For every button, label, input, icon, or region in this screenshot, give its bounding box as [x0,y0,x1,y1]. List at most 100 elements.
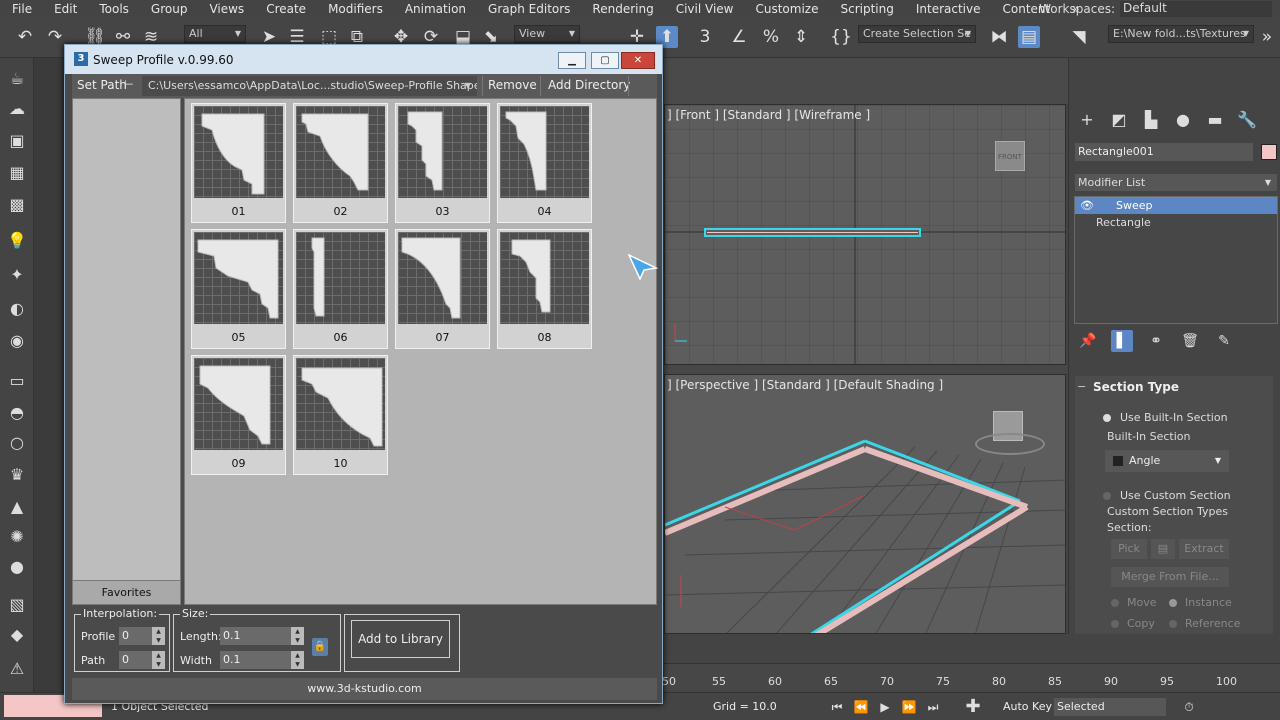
merge-from-file-button[interactable]: Merge From File... [1111,567,1229,587]
stack-item-rectangle[interactable]: Rectangle [1075,214,1277,231]
copy-radio[interactable] [1111,620,1119,628]
lock-aspect-icon[interactable]: 🔒 [312,638,328,656]
redo-icon[interactable]: ↷ [44,26,66,48]
render-setup-icon[interactable]: ◐ [6,298,28,320]
create-tab-icon[interactable]: + [1077,110,1097,130]
width-spinner[interactable]: 0.1 ▲ ▼ [220,651,304,669]
remove-button[interactable]: Remove [488,78,537,92]
toggle-ribbon-icon[interactable]: ◥ [1068,26,1090,48]
helper-icon[interactable]: ⚠ [6,658,28,680]
previous-frame-icon[interactable]: ⏪ [850,696,872,718]
move-radio[interactable] [1111,599,1119,607]
make-unique-icon[interactable]: ⚭ [1145,330,1167,352]
show-end-result-icon[interactable]: ▌ [1111,330,1133,352]
profile-thumb[interactable]: 10 [293,355,388,475]
spinner-arrows-icon[interactable]: ▲ ▼ [291,651,304,669]
minimize-button[interactable]: ▁ [558,52,586,69]
hemisphere-icon[interactable]: ◓ [6,402,28,424]
menu-interactive[interactable]: Interactive [905,2,992,16]
set-key-icon[interactable]: ✚ [962,696,984,718]
stack-item-sweep[interactable]: 👁 Sweep [1075,197,1277,214]
profile-thumb[interactable]: 05 [191,229,286,349]
snaps-toggle-icon[interactable]: 3 [694,26,716,48]
pick-shape-icon[interactable]: ▤ [1151,539,1175,559]
viewcube-front[interactable]: FRONT [995,141,1025,171]
display-tab-icon[interactable]: ▬ [1205,110,1225,130]
profile-thumb[interactable]: 09 [191,355,286,475]
workspace-dropdown[interactable]: Default [1120,1,1272,17]
go-to-end-icon[interactable]: ⏭ [922,696,944,718]
grab-icon[interactable]: ✦ [6,264,28,286]
sphere-icon[interactable]: ○ [6,432,28,454]
menu-graph-editors[interactable]: Graph Editors [477,2,581,16]
menu-create[interactable]: Create [255,2,317,16]
teapot-icon[interactable]: ☕ [6,68,28,90]
add-to-library-button[interactable]: Add to Library [351,620,450,658]
front-viewport-label[interactable]: ] [Front ] [Standard ] [Wireframe ] [667,108,870,122]
add-directory-button[interactable]: Add Directory [548,78,630,92]
spinner-arrows-icon[interactable]: ▲ ▼ [291,627,304,645]
use-custom-radio[interactable] [1103,492,1111,500]
profile-thumb[interactable]: 02 [293,103,388,223]
cone-icon[interactable]: ▲ [6,496,28,518]
menu-views[interactable]: Views [198,2,255,16]
hierarchy-tab-icon[interactable]: ▙ [1141,110,1161,130]
builtin-section-dropdown[interactable]: Angle ▼ [1105,450,1229,472]
hierarchy-icon[interactable]: ⊢ [124,78,134,91]
menu-rendering[interactable]: Rendering [581,2,664,16]
percent-snap-icon[interactable]: % [760,26,782,48]
object-color-swatch[interactable] [1261,144,1277,160]
eye-icon[interactable]: 👁 [1080,197,1094,214]
material-editor-icon[interactable]: ▣ [6,130,28,152]
menu-tools[interactable]: Tools [88,2,140,16]
path-dropdown[interactable]: C:\Users\essamco\AppData\Loc...studio\Sw… [142,76,477,96]
box-icon[interactable]: ▭ [6,370,28,392]
rollout-collapse-icon[interactable]: − [1077,380,1086,393]
remove-modifier-icon[interactable]: 🗑 [1179,330,1201,352]
spinner-snap-icon[interactable]: ⇕ [790,26,812,48]
pin-stack-icon[interactable]: 📌 [1077,330,1099,352]
reference-radio[interactable] [1169,620,1177,628]
timeline-ruler[interactable]: 50 55 60 65 70 75 80 85 90 95 100 [662,663,1280,691]
menu-civil-view[interactable]: Civil View [665,2,745,16]
profile-thumb[interactable]: 03 [395,103,490,223]
dialog-title-bar[interactable]: 3 Sweep Profile v.0.99.60 ▁ ▢ ✕ [65,45,662,74]
grid-tool-icon[interactable]: ▧ [6,594,28,616]
mirror-icon[interactable]: ⧓ [988,26,1010,48]
modifier-list-dropdown[interactable]: Modifier List ▼ [1075,174,1277,191]
profile-spinner[interactable]: 0 ▲ ▼ [119,627,165,645]
pick-button[interactable]: Pick [1111,539,1147,559]
object-name-field[interactable]: Rectangle001 [1075,143,1253,161]
utilities-tab-icon[interactable]: 🔧 [1237,110,1257,130]
undo-icon[interactable]: ↶ [14,26,36,48]
named-selection-icon[interactable]: {} [830,26,852,48]
profile-thumb[interactable]: 04 [497,103,592,223]
favorites-panel[interactable]: Favorites [72,98,181,605]
layers-icon[interactable]: ▦ [6,162,28,184]
profile-thumb[interactable]: 06 [293,229,388,349]
menu-group[interactable]: Group [140,2,199,16]
time-config-icon[interactable]: ⏱ [1178,696,1200,718]
named-selection-dropdown[interactable]: Create Selection Se ▼ [858,25,976,43]
configure-sets-icon[interactable]: ✎ [1213,330,1235,352]
path-spinner[interactable]: 0 ▲ ▼ [119,651,165,669]
section-type-title[interactable]: Section Type [1093,380,1179,394]
align-icon[interactable]: ▤ [1018,26,1040,48]
close-button[interactable]: ✕ [621,52,655,69]
project-folder-icon[interactable]: » [1256,26,1278,48]
perspective-viewport-label[interactable]: ] [Perspective ] [Standard ] [Default Sh… [667,378,943,392]
go-to-start-icon[interactable]: ⏮ [826,696,848,718]
menu-scripting[interactable]: Scripting [829,2,904,16]
dialog-footer[interactable]: www.3d-kstudio.com [72,678,657,700]
motion-tab-icon[interactable]: ● [1173,110,1193,130]
set-path-button[interactable]: Set Path [77,78,127,92]
key-filter-dropdown[interactable]: Selected [1054,698,1166,716]
menu-edit[interactable]: Edit [43,2,88,16]
extract-button[interactable]: Extract [1179,539,1229,559]
play-icon[interactable]: ▶ [874,696,896,718]
menu-file[interactable]: File [0,2,43,16]
selection-filter-dropdown[interactable]: All ▼ [184,25,246,43]
profile-thumb[interactable]: 08 [497,229,592,349]
menu-animation[interactable]: Animation [394,2,477,16]
length-spinner[interactable]: 0.1 ▲ ▼ [220,627,304,645]
